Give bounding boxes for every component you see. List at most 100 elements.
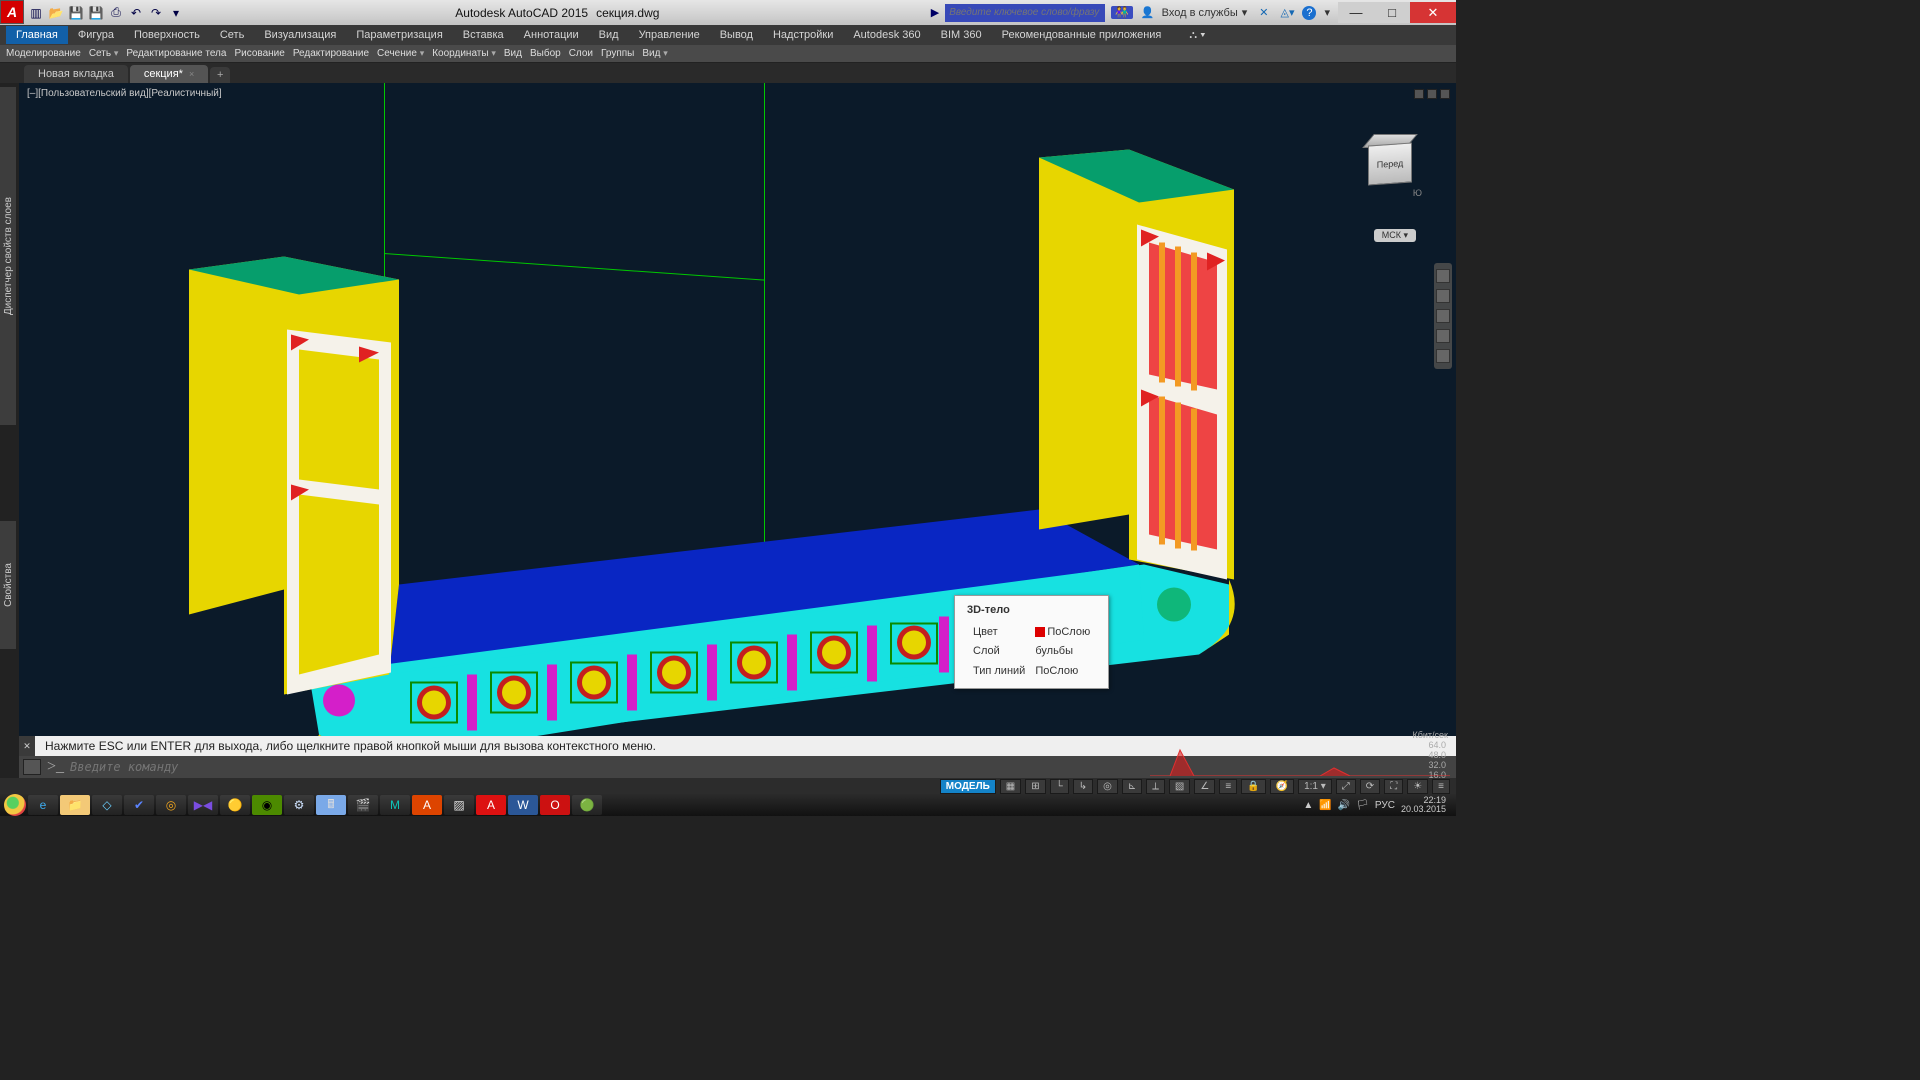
search-arrow-icon[interactable]: ▶ <box>931 6 939 19</box>
task-aimp-icon[interactable]: ◎ <box>156 795 186 815</box>
ribbon-tab-output[interactable]: Вывод <box>710 26 763 44</box>
panel-mesh[interactable]: Сеть ▾ <box>89 48 119 59</box>
ribbon-tab-insert[interactable]: Вставка <box>453 26 514 44</box>
qat-redo-icon[interactable]: ↷ <box>148 5 164 21</box>
panel-modeling[interactable]: Моделирование <box>6 48 81 59</box>
status-toggle[interactable]: ⊞ <box>1025 779 1045 794</box>
ucs-badge[interactable]: МСК ▾ <box>1374 229 1416 242</box>
panel-view1[interactable]: Вид <box>504 48 522 59</box>
task-app-icon[interactable]: 🎬 <box>348 795 378 815</box>
task-nvidia-icon[interactable]: ◉ <box>252 795 282 815</box>
task-app-icon[interactable]: ▨ <box>444 795 474 815</box>
ribbon-tab-view[interactable]: Вид <box>589 26 629 44</box>
ribbon-tab-surface[interactable]: Поверхность <box>124 26 210 44</box>
ribbon-tab-addins[interactable]: Надстройки <box>763 26 843 44</box>
status-scale[interactable]: 1:1 ▾ <box>1298 779 1332 794</box>
file-tab-current[interactable]: секция* × <box>130 65 208 83</box>
qat-plot-icon[interactable]: ⎙ <box>108 5 124 21</box>
close-tab-icon[interactable]: × <box>189 69 194 79</box>
task-acrobat-icon[interactable]: A <box>476 795 506 815</box>
task-ie-icon[interactable]: e <box>28 795 58 815</box>
panel-modify[interactable]: Редактирование <box>293 48 369 59</box>
nav-pan-icon[interactable] <box>1436 289 1450 303</box>
ribbon-tab-home[interactable]: Главная <box>6 26 68 44</box>
ribbon-tab-visualize[interactable]: Визуализация <box>254 26 346 44</box>
qat-undo-icon[interactable]: ↶ <box>128 5 144 21</box>
panel-solidedit[interactable]: Редактирование тела <box>126 48 226 59</box>
status-toggle[interactable]: ≡ <box>1432 779 1450 794</box>
status-toggle[interactable]: ∠ <box>1194 779 1215 794</box>
nav-showmot-icon[interactable] <box>1436 349 1450 363</box>
command-close-icon[interactable]: ✕ <box>19 736 35 756</box>
panel-draw[interactable]: Рисование <box>234 48 284 59</box>
task-app-icon[interactable]: ◇ <box>92 795 122 815</box>
nav-zoom-icon[interactable] <box>1436 309 1450 323</box>
task-app-icon[interactable]: ▶◀ <box>188 795 218 815</box>
tray-clock[interactable]: 22:1920.03.2015 <box>1401 796 1452 815</box>
panel-section[interactable]: Сечение ▾ <box>377 48 424 59</box>
task-steam-icon[interactable]: ⚙ <box>284 795 314 815</box>
status-toggle[interactable]: ⟳ <box>1360 779 1380 794</box>
exchange-icon[interactable]: ✕ <box>1255 6 1272 19</box>
ribbon-tab-manage[interactable]: Управление <box>629 26 710 44</box>
viewcube[interactable]: Перед Ю <box>1364 138 1416 190</box>
ribbon-tab-annotate[interactable]: Аннотации <box>514 26 589 44</box>
task-calc-icon[interactable]: 🖩 <box>316 795 346 815</box>
ribbon-tab-bim360[interactable]: BIM 360 <box>931 26 992 44</box>
command-prompt-icon[interactable] <box>23 759 41 775</box>
task-chrome-icon[interactable]: 🟡 <box>220 795 250 815</box>
task-app-icon[interactable]: ✔ <box>124 795 154 815</box>
command-input[interactable] <box>64 760 1456 774</box>
panel-selection[interactable]: Выбор <box>530 48 561 59</box>
status-toggle[interactable]: ☀ <box>1407 779 1428 794</box>
maximize-button[interactable]: □ <box>1374 2 1410 23</box>
task-autocad-icon[interactable]: A <box>412 795 442 815</box>
tray-network-icon[interactable]: 📶 <box>1319 800 1331 811</box>
ribbon-tab-mesh[interactable]: Сеть <box>210 26 254 44</box>
task-chrome2-icon[interactable]: 🟢 <box>572 795 602 815</box>
status-toggle[interactable]: ▧ <box>1169 779 1190 794</box>
tray-lang[interactable]: РУС <box>1375 800 1395 811</box>
task-maya-icon[interactable]: M <box>380 795 410 815</box>
ribbon-tab-parametric[interactable]: Параметризация <box>346 26 452 44</box>
model-viewport[interactable]: [–][Пользовательский вид][Реалистичный] <box>19 83 1456 816</box>
minimize-button[interactable]: — <box>1338 2 1374 23</box>
task-explorer-icon[interactable]: 📁 <box>60 795 90 815</box>
status-toggle[interactable]: ↳ <box>1073 779 1093 794</box>
status-toggle[interactable]: ▦ <box>1000 779 1021 794</box>
status-toggle[interactable]: ≡ <box>1219 779 1237 794</box>
status-toggle[interactable]: 🔒 <box>1241 779 1265 794</box>
tray-volume-icon[interactable]: 🔊 <box>1338 800 1350 811</box>
file-tab-new[interactable]: Новая вкладка <box>24 65 128 83</box>
ribbon-tab-a360[interactable]: Autodesk 360 <box>843 26 930 44</box>
status-toggle[interactable]: 🧭 <box>1270 779 1294 794</box>
status-toggle[interactable]: ◎ <box>1097 779 1118 794</box>
task-word-icon[interactable]: W <box>508 795 538 815</box>
qat-save-icon[interactable]: 💾 <box>68 5 84 21</box>
panel-layers[interactable]: Слои <box>569 48 593 59</box>
status-modelspace-button[interactable]: МОДЕЛЬ <box>940 779 996 794</box>
qat-open-icon[interactable]: 📂 <box>48 5 64 21</box>
layer-properties-panel[interactable]: Диспетчер свойств слоев <box>0 86 17 426</box>
close-button[interactable]: ✕ <box>1410 2 1456 23</box>
qat-new-icon[interactable]: ▥ <box>28 5 44 21</box>
panel-coords[interactable]: Координаты ▾ <box>432 48 496 59</box>
ribbon-tab-featured[interactable]: Рекомендованные приложения <box>992 26 1172 44</box>
infocenter-search-input[interactable] <box>945 4 1105 22</box>
signin-button[interactable]: 👤 Вход в службы▾ <box>1137 6 1251 19</box>
help-icon[interactable]: ? <box>1302 6 1316 20</box>
ribbon-settings-icon[interactable]: ⛬ ▾ <box>1179 26 1215 45</box>
status-toggle[interactable]: ⊾ <box>1122 779 1142 794</box>
new-tab-button[interactable]: + <box>210 67 230 83</box>
nav-wheel-icon[interactable] <box>1436 269 1450 283</box>
start-button[interactable] <box>4 794 26 816</box>
nav-orbit-icon[interactable] <box>1436 329 1450 343</box>
properties-panel[interactable]: Свойства <box>0 520 17 650</box>
a360-icon[interactable]: ◬▾ <box>1276 6 1298 19</box>
status-toggle[interactable]: └ <box>1050 779 1069 794</box>
status-toggle[interactable]: ⤢ <box>1336 779 1356 794</box>
status-toggle[interactable]: ⛶ <box>1384 779 1403 794</box>
tray-flag-icon[interactable]: 🏳 <box>1356 800 1369 811</box>
panel-groups[interactable]: Группы <box>601 48 634 59</box>
autocad-app-icon[interactable]: A <box>0 0 24 24</box>
